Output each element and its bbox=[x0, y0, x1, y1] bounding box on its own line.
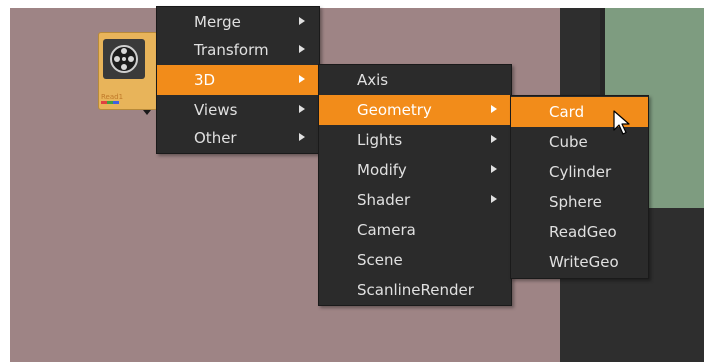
window-margin-top bbox=[0, 0, 704, 8]
menu-item-label: Lights bbox=[357, 131, 403, 149]
submenu-arrow-icon bbox=[491, 165, 497, 173]
menu-item-label: WriteGeo bbox=[549, 253, 619, 271]
menu-item-label: Shader bbox=[357, 191, 411, 209]
menu-item-merge[interactable]: Merge bbox=[157, 7, 319, 37]
menu-item-label: 3D bbox=[194, 71, 216, 89]
menu-item-label: Merge bbox=[194, 13, 241, 31]
menu-item-label: Cylinder bbox=[549, 163, 612, 181]
menu-item-label: Views bbox=[194, 101, 238, 119]
submenu-arrow-icon bbox=[491, 195, 497, 203]
menu-item-transform[interactable]: Transform bbox=[157, 35, 319, 65]
submenu-arrow-icon bbox=[299, 45, 305, 53]
nuke-node-graph: Read1 Merge Transform 3D Views Other Axi… bbox=[0, 0, 704, 362]
menu-item-other[interactable]: Other bbox=[157, 123, 319, 153]
3d-submenu: Axis Geometry Lights Modify Shader Camer… bbox=[318, 64, 512, 306]
menu-item-sphere[interactable]: Sphere bbox=[511, 187, 648, 217]
film-reel-icon bbox=[103, 39, 145, 79]
menu-item-label: Geometry bbox=[357, 101, 432, 119]
menu-item-label: Other bbox=[194, 129, 237, 147]
menu-item-label: ScanlineRender bbox=[357, 281, 474, 299]
menu-item-camera[interactable]: Camera bbox=[319, 215, 511, 245]
menu-item-shader[interactable]: Shader bbox=[319, 185, 511, 215]
menu-item-readgeo[interactable]: ReadGeo bbox=[511, 217, 648, 247]
menu-item-scene[interactable]: Scene bbox=[319, 245, 511, 275]
node-label: Read1 bbox=[101, 93, 124, 101]
menu-item-axis[interactable]: Axis bbox=[319, 65, 511, 95]
submenu-arrow-icon bbox=[299, 17, 305, 25]
menu-item-cylinder[interactable]: Cylinder bbox=[511, 157, 648, 187]
node-output-arrow-icon[interactable] bbox=[143, 110, 151, 115]
menu-item-label: Transform bbox=[194, 41, 269, 59]
menu-item-3d[interactable]: 3D bbox=[157, 65, 319, 95]
menu-item-scanlinerender[interactable]: ScanlineRender bbox=[319, 275, 511, 305]
menu-item-lights[interactable]: Lights bbox=[319, 125, 511, 155]
arrow-cursor-icon bbox=[613, 110, 630, 135]
submenu-arrow-icon bbox=[299, 75, 305, 83]
menu-item-views[interactable]: Views bbox=[157, 95, 319, 125]
submenu-arrow-icon bbox=[491, 135, 497, 143]
node-color-swatch-blue bbox=[113, 101, 119, 104]
menu-item-label: Cube bbox=[549, 133, 588, 151]
menu-item-label: ReadGeo bbox=[549, 223, 617, 241]
menu-item-label: Camera bbox=[357, 221, 416, 239]
submenu-arrow-icon bbox=[491, 105, 497, 113]
submenu-arrow-icon bbox=[299, 105, 305, 113]
menu-item-label: Card bbox=[549, 103, 585, 121]
menu-item-label: Axis bbox=[357, 71, 389, 89]
menu-item-label: Modify bbox=[357, 161, 407, 179]
menu-item-label: Sphere bbox=[549, 193, 602, 211]
menu-item-label: Scene bbox=[357, 251, 403, 269]
submenu-arrow-icon bbox=[299, 133, 305, 141]
menu-item-writegeo[interactable]: WriteGeo bbox=[511, 247, 648, 277]
menu-item-geometry[interactable]: Geometry bbox=[319, 95, 511, 125]
main-context-menu: Merge Transform 3D Views Other bbox=[156, 6, 320, 154]
menu-item-modify[interactable]: Modify bbox=[319, 155, 511, 185]
read-node[interactable]: Read1 bbox=[98, 32, 158, 110]
window-margin-left bbox=[0, 0, 10, 362]
